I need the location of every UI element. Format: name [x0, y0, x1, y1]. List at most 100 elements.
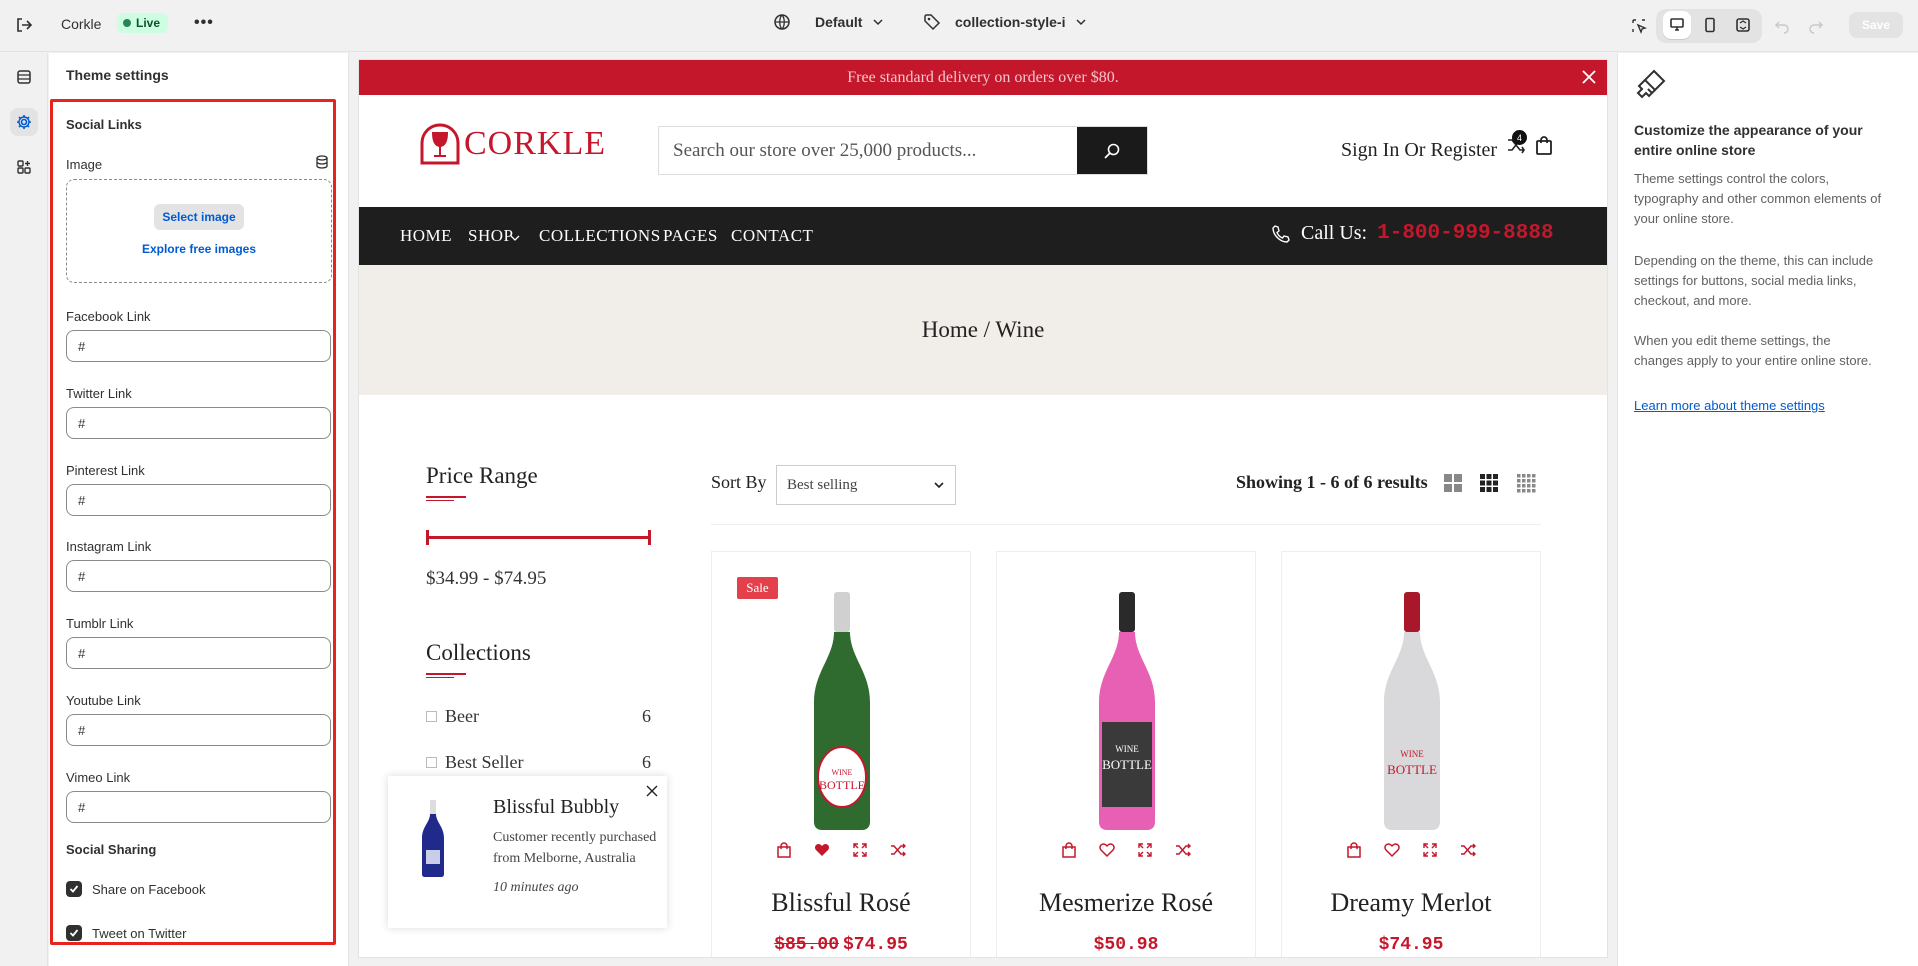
learn-more-link[interactable]: Learn more about theme settings	[1634, 398, 1825, 413]
search-input[interactable]: Search our store over 25,000 products...	[659, 127, 1077, 174]
share-facebook-checkbox[interactable]: Share on Facebook	[66, 881, 205, 897]
svg-text:WINE: WINE	[832, 768, 853, 777]
product-card[interactable]: WINE BOTTLE Dreamy Merlot $74.95	[1281, 551, 1541, 957]
popup-title[interactable]: Blissful Bubbly	[493, 796, 619, 819]
compare-count-badge: 4	[1512, 130, 1527, 145]
phone-icon	[1272, 224, 1290, 243]
instagram-link-label: Instagram Link	[66, 539, 152, 554]
title-underline	[426, 500, 454, 501]
theme-settings-panel: Theme settings Social Links Image Select…	[49, 53, 349, 966]
popup-product-image[interactable]	[420, 800, 446, 878]
product-bottle-image[interactable]: WINE BOTTLE	[1377, 592, 1447, 832]
collections-title: Collections	[426, 640, 531, 665]
vimeo-link-input[interactable]: #	[66, 791, 331, 823]
search-icon	[1104, 143, 1120, 159]
store-logo[interactable]: CORKLE	[420, 123, 606, 165]
sections-icon[interactable]	[10, 63, 38, 91]
apps-icon[interactable]	[10, 153, 38, 181]
checkbox-checked-icon[interactable]	[66, 881, 82, 897]
filter-checkbox[interactable]	[426, 711, 437, 722]
theme-selector[interactable]: Default	[773, 13, 884, 31]
price-range-value: $34.99 - $74.95	[426, 568, 547, 589]
product-name[interactable]: Blissful Rosé	[712, 888, 970, 918]
nav-collections[interactable]: COLLECTIONS	[539, 226, 661, 246]
fullscreen-icon[interactable]	[1729, 11, 1757, 39]
select-image-button[interactable]: Select image	[154, 204, 244, 230]
inspector-icon[interactable]	[1625, 12, 1653, 40]
filter-checkbox[interactable]	[426, 757, 437, 768]
svg-text:WINE: WINE	[1400, 749, 1424, 759]
chevron-down-icon	[934, 482, 944, 489]
vimeo-link-label: Vimeo Link	[66, 770, 131, 785]
wishlist-heart-icon	[1384, 843, 1400, 858]
svg-text:BOTTLE: BOTTLE	[1387, 762, 1437, 777]
paintbrush-icon	[1634, 67, 1668, 101]
twitter-link-label: Twitter Link	[66, 386, 132, 401]
product-name[interactable]: Dreamy Merlot	[1282, 888, 1540, 918]
grid-2-view-icon[interactable]	[1443, 473, 1463, 493]
info-paragraph: When you edit theme settings, the change…	[1634, 333, 1872, 368]
nav-pages[interactable]: PAGES	[663, 226, 718, 246]
grid-3-view-icon[interactable]	[1479, 473, 1499, 493]
collection-filter-item[interactable]: Best Seller 6	[426, 752, 651, 773]
social-sharing-heading: Social Sharing	[66, 842, 157, 857]
save-button[interactable]: Save	[1849, 12, 1903, 38]
tweet-twitter-label: Tweet on Twitter	[92, 925, 187, 941]
sign-in-register-link[interactable]: Sign In Or Register	[1341, 139, 1497, 162]
sort-select[interactable]: Best selling	[776, 465, 956, 505]
instagram-link-input[interactable]: #	[66, 560, 331, 592]
undo-icon[interactable]	[1768, 12, 1796, 40]
desktop-view-icon[interactable]	[1663, 11, 1691, 39]
store-search[interactable]: Search our store over 25,000 products...	[658, 126, 1148, 175]
template-selector[interactable]: collection-style-i	[923, 13, 1087, 31]
wine-glass-logo-icon	[420, 123, 460, 165]
toolbar-divider	[711, 524, 1541, 525]
tumblr-link-input[interactable]: #	[66, 637, 331, 669]
close-icon[interactable]	[645, 784, 659, 798]
info-paragraph: Depending on the theme, this can include…	[1634, 253, 1874, 308]
facebook-link-label: Facebook Link	[66, 309, 151, 324]
facebook-link-input[interactable]: #	[66, 330, 331, 362]
product-card[interactable]: Sale WINE BOTTLE Blissful Rosé $85.00 $74.…	[711, 551, 971, 957]
price-range-slider[interactable]	[426, 530, 651, 545]
theme-settings-gear-icon[interactable]	[10, 108, 38, 136]
checkbox-checked-icon[interactable]	[66, 925, 82, 941]
panel-title: Theme settings	[66, 67, 169, 83]
nav-shop[interactable]: SHOP	[468, 226, 513, 246]
nav-home[interactable]: HOME	[400, 226, 452, 246]
product-name[interactable]: Mesmerize Rosé	[997, 888, 1255, 918]
collection-name: Best Seller	[445, 752, 524, 772]
globe-icon	[774, 14, 790, 30]
product-bottle-image[interactable]: WINE BOTTLE	[1092, 592, 1162, 832]
twitter-link-input[interactable]: #	[66, 407, 331, 439]
product-bottle-image[interactable]: WINE BOTTLE	[807, 592, 877, 832]
grid-4-view-icon[interactable]	[1516, 473, 1536, 493]
database-icon[interactable]	[315, 155, 329, 169]
svg-text:WINE: WINE	[1115, 744, 1139, 754]
product-card[interactable]: WINE BOTTLE Mesmerize Rosé $50.98	[996, 551, 1256, 957]
results-count: Showing 1 - 6 of 6 results	[1236, 472, 1428, 492]
quick-view-expand-icon	[1138, 843, 1152, 857]
nav-contact[interactable]: CONTACT	[731, 226, 813, 246]
info-heading: Customize the appearance of your entire …	[1634, 122, 1863, 158]
wishlist-heart-icon	[1099, 843, 1115, 858]
exit-icon[interactable]	[14, 15, 34, 35]
mobile-view-icon[interactable]	[1696, 11, 1724, 39]
tag-icon	[924, 14, 941, 31]
more-actions-button[interactable]: •••	[194, 14, 214, 32]
collection-filter-item[interactable]: Beer 6	[426, 706, 651, 727]
cart-bag-icon[interactable]	[1535, 135, 1553, 155]
info-panel: Customize the appearance of your entire …	[1617, 53, 1918, 966]
redo-icon[interactable]	[1802, 12, 1830, 40]
phone-number[interactable]: 1-800-999-8888	[1377, 222, 1553, 245]
pinterest-link-input[interactable]: #	[66, 484, 331, 516]
quick-view-expand-icon	[1423, 843, 1437, 857]
youtube-link-input[interactable]: #	[66, 714, 331, 746]
explore-free-images-link[interactable]: Explore free images	[67, 242, 331, 256]
search-button[interactable]	[1077, 127, 1147, 174]
popup-time: 10 minutes ago	[493, 880, 579, 895]
current-price: $74.95	[1378, 935, 1444, 955]
close-icon[interactable]	[1581, 69, 1597, 85]
tweet-twitter-checkbox[interactable]: Tweet on Twitter	[66, 925, 186, 941]
call-us: Call Us: 1-800-999-8888	[1271, 222, 1554, 245]
